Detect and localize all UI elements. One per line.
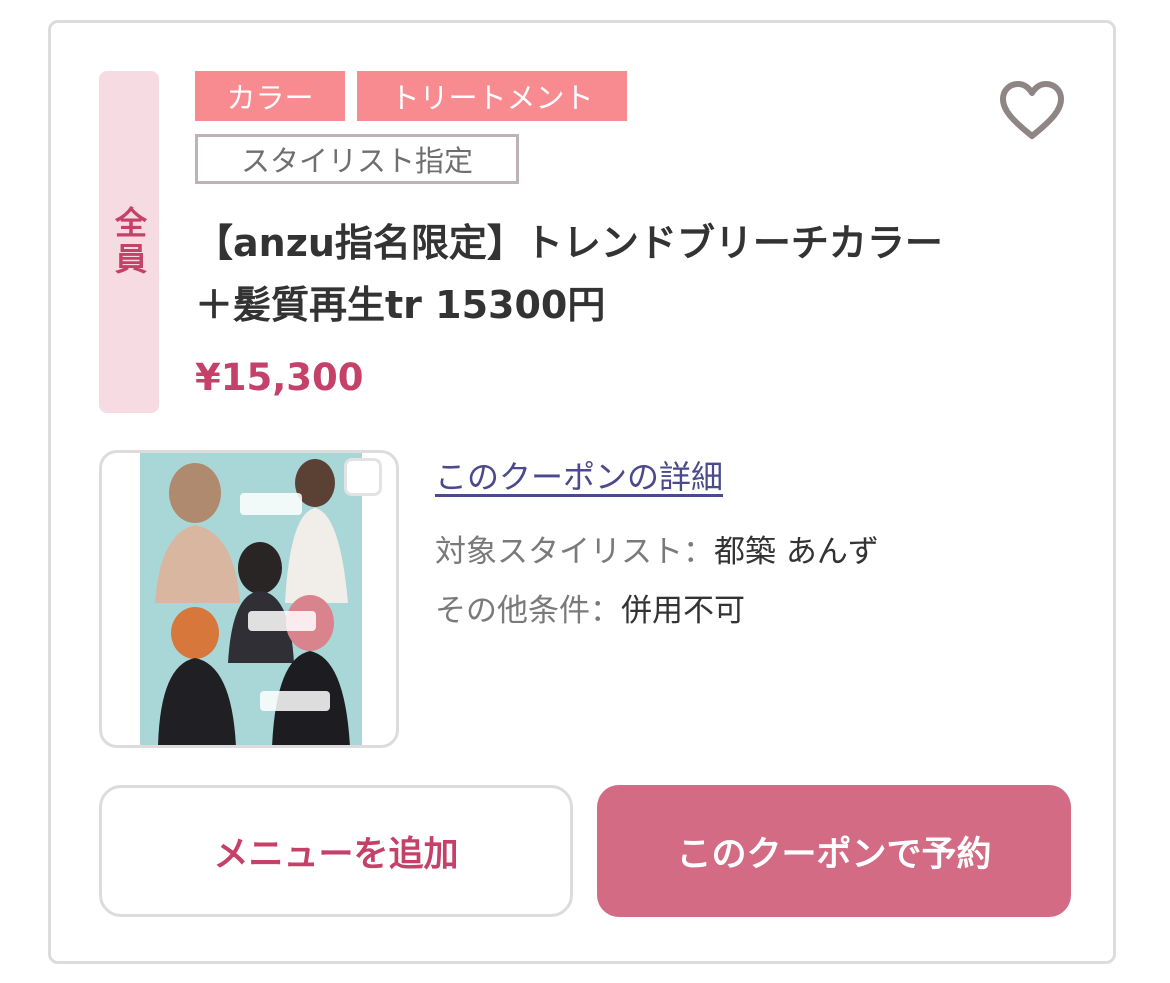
coupon-title: 【anzu指名限定】トレンドブリーチカラー＋髪質再生tr 15300円 [195,221,943,327]
heart-icon[interactable] [998,80,1066,142]
target-badge: 全員 [99,71,159,413]
condition-value: 併用不可 [621,593,745,629]
condition-value: 都築 あんず [714,534,879,570]
coupon-price: ¥15,300 [195,356,364,399]
target-label: 全員 [110,206,148,278]
add-menu-button[interactable]: メニューを追加 [99,785,573,917]
tag-color: カラー [195,71,345,121]
coupon-photo [140,453,362,745]
condition-label: その他条件： [435,593,621,629]
condition-label: 対象スタイリスト： [435,534,714,570]
condition-stylist: 対象スタイリスト：都築 あんず [435,526,879,571]
reserve-coupon-button[interactable]: このクーポンで予約 [597,785,1071,917]
tag-treatment: トリートメント [357,71,627,121]
tag-stylist-designated: スタイリスト指定 [195,134,519,184]
image-checkbox[interactable] [344,458,382,496]
condition-other: その他条件：併用不可 [435,585,745,630]
coupon-detail-link[interactable]: このクーポンの詳細 [435,452,723,498]
